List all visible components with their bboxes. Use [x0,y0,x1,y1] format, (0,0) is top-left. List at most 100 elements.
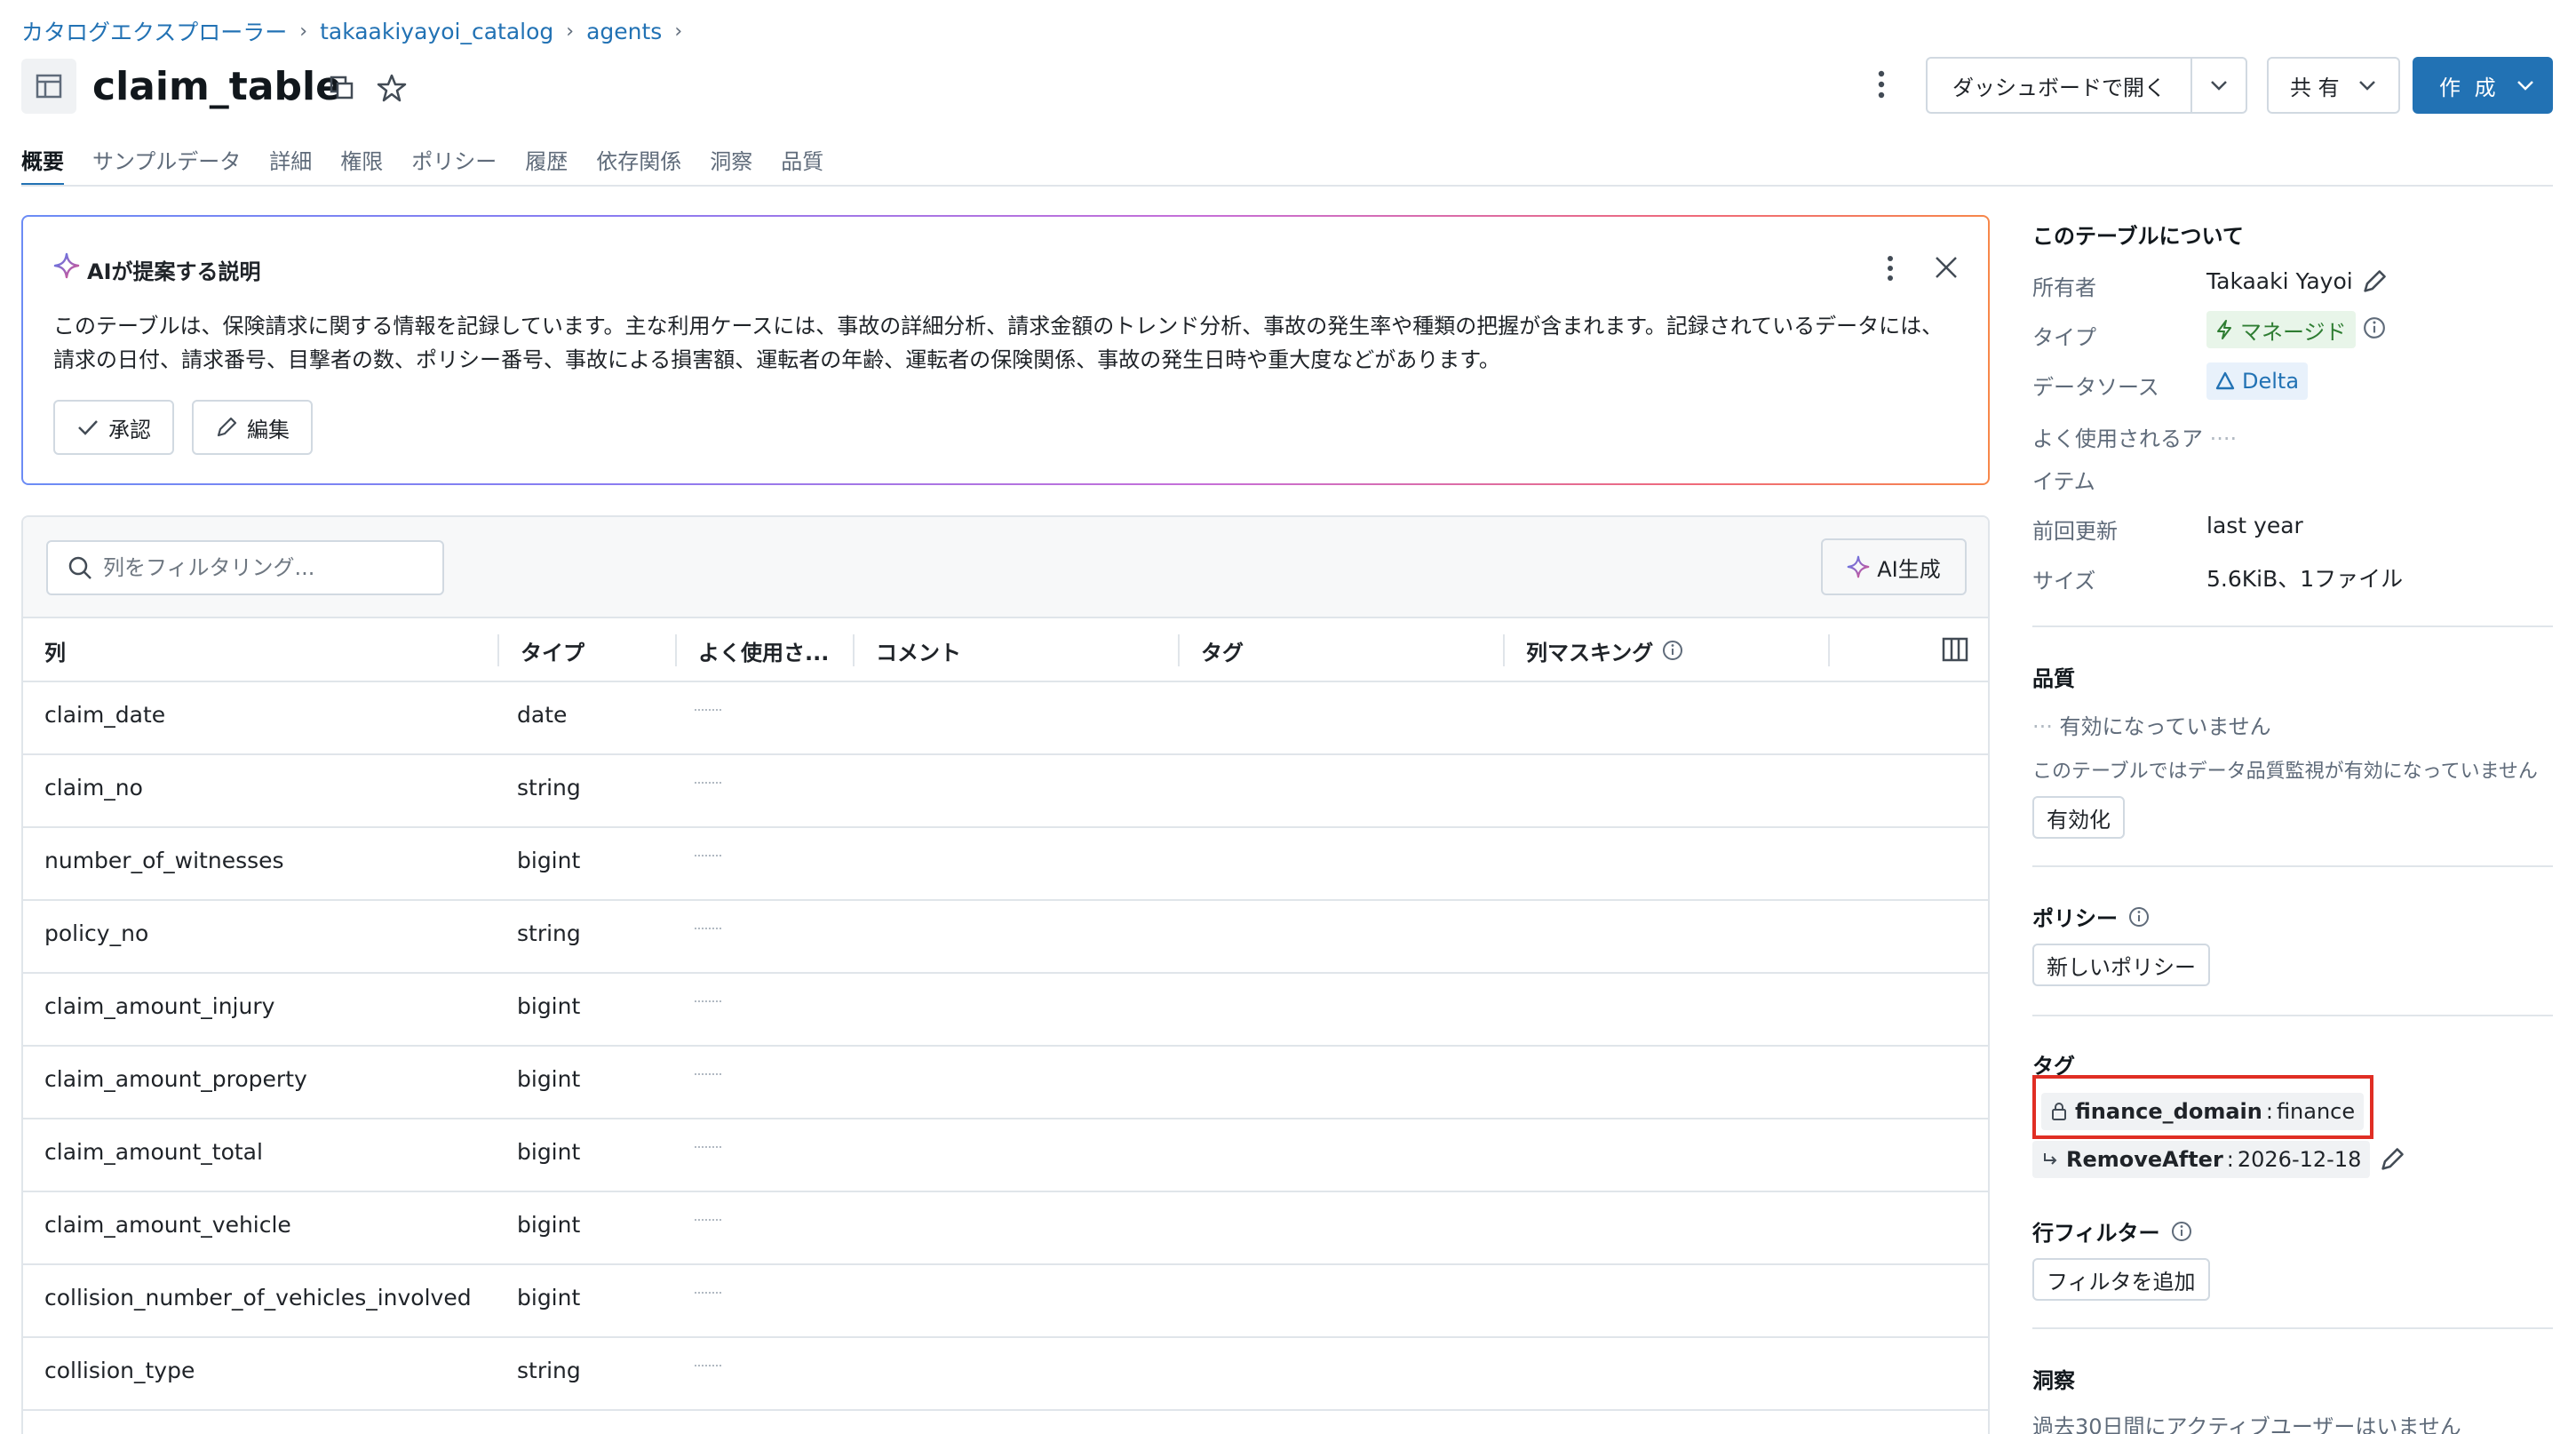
chevron-down-icon [2359,81,2375,91]
column-header-name[interactable]: 列 [23,618,499,682]
chevron-down-icon [2517,81,2533,91]
table-row[interactable]: claim_amount_injury bigint [23,974,1988,1047]
empty-value-dash [695,855,721,856]
column-name: policy_no [44,920,149,946]
share-button[interactable]: 共 有 [2267,57,2400,114]
create-label: 作 成 [2439,75,2500,100]
column-header-tags[interactable]: タグ [1180,618,1505,682]
policy-title: ポリシー [2032,906,2118,931]
breadcrumb-catalog-explorer[interactable]: カタログエクスプローラー [21,15,287,47]
close-icon[interactable] [1933,254,1960,284]
row-filter-section-title: 行フィルター [2032,1215,2192,1247]
column-name: claim_amount_injury [44,993,275,1019]
column-type: string [517,920,581,946]
lock-icon [2052,1103,2066,1120]
sidebar-divider [2032,1327,2553,1329]
open-dashboard-button[interactable]: ダッシュボードで開く [1926,57,2190,114]
frequent-items-label: よく使用されるア ···· [2032,426,2238,451]
table-row[interactable]: number_of_witnesses bigint [23,828,1988,901]
info-icon[interactable] [2363,316,2386,343]
sparkle-icon [1847,555,1870,578]
share-label: 共 有 [2290,75,2340,100]
column-header-comment-label: コメント [876,640,961,665]
column-header-type[interactable]: タイプ [499,618,677,682]
create-button[interactable]: 作 成 [2413,57,2553,114]
size-value: 5.6KiB、1ファイル [2206,566,2404,592]
edit-label: 編集 [247,417,290,442]
ai-description-line-2: 請求の日付、請求番号、目撃者の数、ポリシー番号、事故による損害額、運転者の年齢、… [53,347,1500,372]
sidebar-divider [2032,1015,2553,1016]
edit-owner-pencil-icon[interactable] [2361,268,2388,299]
table-row[interactable]: policy_no string [23,901,1988,974]
frequent-items-label-line-1: よく使用されるア [2032,426,2203,451]
arrow-return-icon [2044,1153,2057,1165]
edit-tags-pencil-icon[interactable] [2379,1146,2405,1176]
column-settings-icon[interactable] [1942,636,1968,666]
info-icon[interactable] [2171,1221,2192,1242]
tab-permissions[interactable]: 権限 [340,140,383,187]
column-filter-input[interactable] [103,555,423,580]
column-header-masking-label: 列マスキング [1526,640,1654,665]
empty-value-dash [695,1292,721,1294]
column-header-masking[interactable]: 列マスキング [1505,618,1830,682]
column-header-name-label: 列 [44,640,66,665]
more-options-icon[interactable] [1874,69,1888,100]
breadcrumb-schema[interactable]: agents [586,19,662,44]
column-header-comment[interactable]: コメント [855,618,1180,682]
column-header-frequently-used[interactable]: よく使用さ... [677,618,855,682]
table-row[interactable]: claim_amount_property bigint [23,1047,1988,1119]
tab-sample-data[interactable]: サンプルデータ [92,140,241,187]
info-icon[interactable] [2128,906,2150,928]
ai-generate-label: AI生成 [1877,556,1941,582]
breadcrumb: カタログエクスプローラー › takaakiyayoi_catalog › ag… [21,16,695,46]
columns-table: AI生成 列 タイプ よく使用さ... コメント タグ 列マスキング claim… [21,515,1990,1434]
empty-value-dash [695,1219,721,1221]
edit-button[interactable]: 編集 [192,400,313,455]
info-icon[interactable] [1662,640,1683,661]
dashboard-dropdown-button[interactable] [2190,57,2247,114]
tag-key: finance_domain [2075,1099,2262,1124]
column-name: collision_type [44,1358,195,1383]
tag-remove-after[interactable]: RemoveAfter:2026-12-18 [2032,1141,2371,1178]
tab-details[interactable]: 詳細 [269,140,312,187]
more-options-icon[interactable] [1883,254,1897,286]
empty-value-dash [695,1000,721,1002]
tab-policies[interactable]: ポリシー [411,140,497,187]
owner-label: 所有者 [2032,275,2096,300]
insights-title: 洞察 [2032,1368,2075,1393]
table-row[interactable]: claim_date date [23,682,1988,755]
star-icon[interactable] [377,73,407,107]
check-icon [78,420,98,435]
table-row[interactable]: claim_amount_total bigint [23,1119,1988,1192]
tab-lineage[interactable]: 依存関係 [596,140,681,187]
type-label: タイプ [2032,325,2096,350]
column-type: bigint [517,1212,581,1238]
table-row[interactable]: claim_amount_vehicle bigint [23,1192,1988,1265]
table-row[interactable]: collision_type string [23,1338,1988,1411]
table-row[interactable]: collision_number_of_vehicles_involved big… [23,1265,1988,1338]
tab-history[interactable]: 履歴 [525,140,568,187]
approve-button[interactable]: 承認 [53,400,174,455]
tag-separator: : [2226,1147,2234,1172]
table-row[interactable]: claim_no string [23,755,1988,828]
column-header-tags-label: タグ [1201,640,1244,665]
sidebar-divider [2032,865,2553,867]
column-type: string [517,1358,581,1383]
enable-quality-button[interactable]: 有効化 [2032,796,2125,839]
add-filter-button[interactable]: フィルタを追加 [2032,1258,2210,1301]
ai-generate-button[interactable]: AI生成 [1821,538,1967,595]
tag-value: finance [2276,1099,2356,1124]
column-type: bigint [517,848,581,873]
tab-insights[interactable]: 洞察 [710,140,752,187]
new-policy-button[interactable]: 新しいポリシー [2032,944,2210,986]
breadcrumb-catalog[interactable]: takaakiyayoi_catalog [320,19,553,44]
tab-overview[interactable]: 概要 [21,140,64,187]
column-type: bigint [517,1285,581,1311]
column-type: bigint [517,993,581,1019]
lightning-icon [2217,320,2231,339]
ai-description-text: このテーブルは、保険請求に関する情報を記録しています。主な利用ケースには、事故の… [53,309,1963,377]
copy-icon[interactable] [329,75,355,105]
tab-quality[interactable]: 品質 [781,140,823,187]
column-filter-field[interactable] [46,540,444,595]
tag-finance-domain[interactable]: finance_domain: finance [2041,1093,2365,1130]
